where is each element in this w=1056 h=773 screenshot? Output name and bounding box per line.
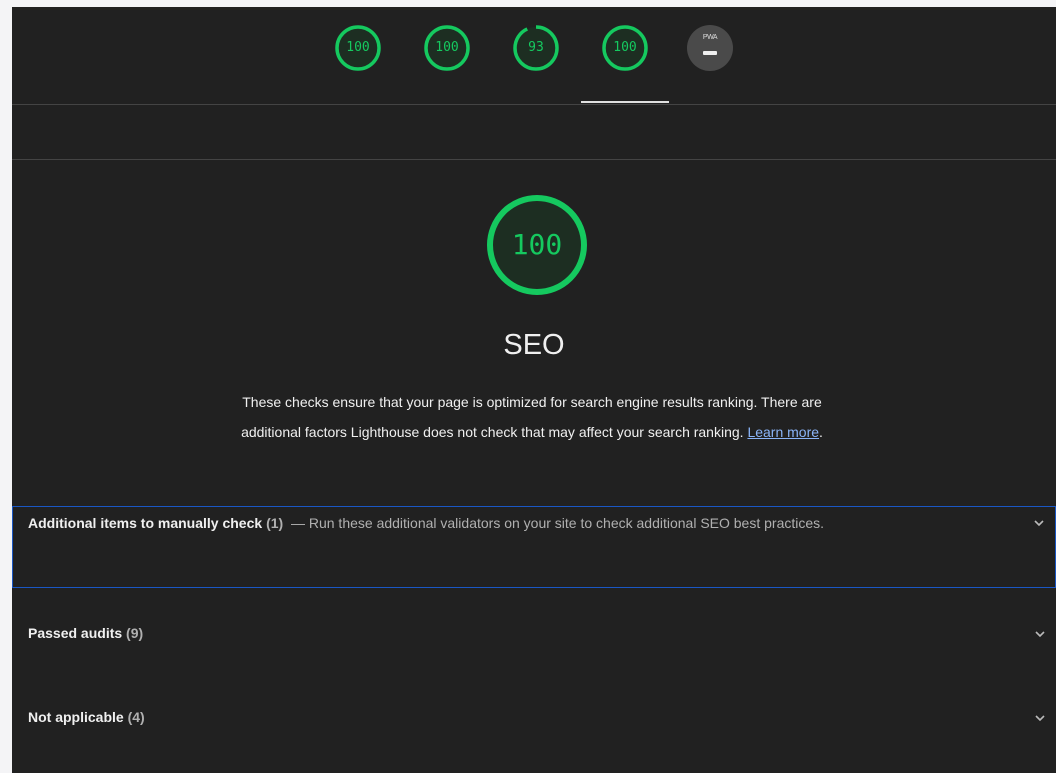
gauge-score: 100 (435, 40, 459, 55)
audit-group-manual[interactable]: Additional items to manually check (1) —… (12, 506, 1056, 588)
description-period: . (819, 424, 823, 440)
group-header: Additional items to manually check (1) —… (28, 509, 978, 537)
group-count: (4) (127, 709, 145, 725)
gauge-best-practices[interactable]: 93 (511, 23, 561, 73)
group-title: Not applicable (28, 709, 124, 725)
description-text: These checks ensure that your page is op… (241, 394, 822, 440)
group-separator: — (290, 515, 305, 531)
category-gauge: 100 (484, 192, 590, 298)
divider (12, 159, 1056, 160)
learn-more-link[interactable]: Learn more (747, 424, 819, 440)
category-score: 100 (511, 228, 563, 261)
category-title: SEO (503, 329, 565, 361)
group-header: Not applicable (4) (28, 703, 978, 731)
gauge-score: 100 (613, 40, 637, 55)
gauge-score: 93 (528, 40, 544, 55)
score-strip: 100 100 93 100 PWA (12, 7, 1056, 105)
group-count: (9) (126, 625, 144, 641)
group-title: Additional items to manually check (28, 515, 263, 531)
chevron-down-icon[interactable] (1033, 517, 1045, 529)
gauge-seo[interactable]: 100 (600, 23, 650, 73)
group-header: Passed audits (9) (28, 619, 978, 647)
category-description: These checks ensure that your page is op… (222, 387, 842, 447)
pwa-label: PWA (702, 34, 718, 41)
group-description: Run these additional validators on your … (308, 515, 825, 531)
gauge-performance[interactable]: 100 (333, 23, 383, 73)
group-count: (1) (266, 515, 284, 531)
pwa-dash-icon (703, 51, 717, 55)
active-tab-indicator (581, 101, 669, 103)
gauge-pwa[interactable]: PWA (687, 25, 733, 71)
group-title: Passed audits (28, 625, 123, 641)
gauge-score: 100 (346, 40, 370, 55)
audit-group-passed[interactable]: Passed audits (9) (12, 619, 1056, 649)
audit-group-not-applicable[interactable]: Not applicable (4) (12, 703, 1056, 733)
chevron-down-icon[interactable] (1034, 628, 1046, 640)
chevron-down-icon[interactable] (1034, 712, 1046, 724)
report-panel: 100 100 93 100 PWA 100 SEO These checks … (12, 7, 1056, 773)
gauge-accessibility[interactable]: 100 (422, 23, 472, 73)
